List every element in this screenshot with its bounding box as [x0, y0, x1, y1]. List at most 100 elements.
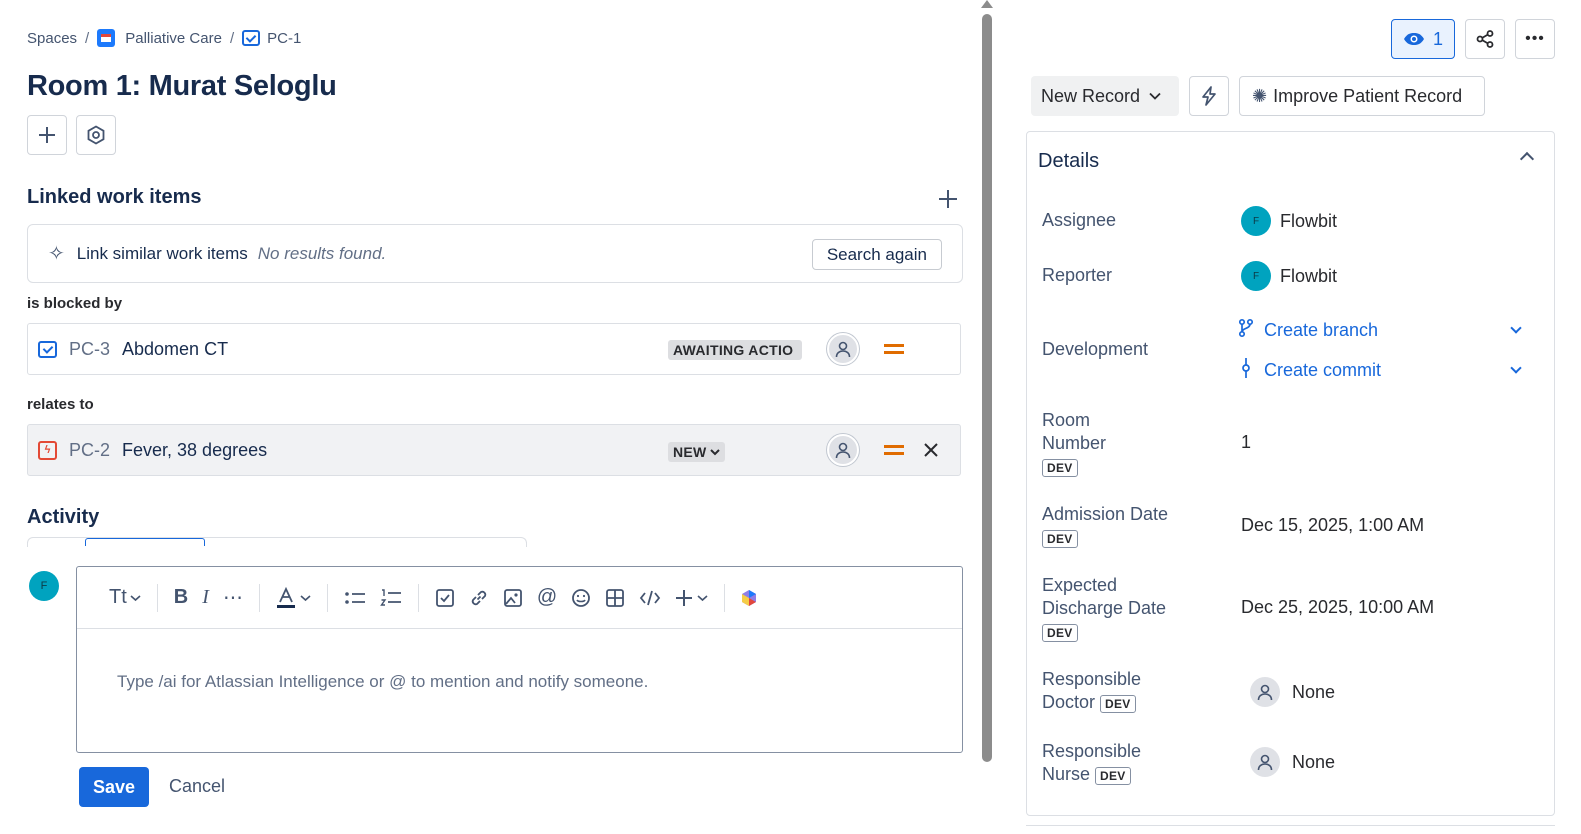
issue-main-pane: Spaces / Palliative Care / PC-1 Room 1: … [0, 0, 975, 834]
responsible-doctor-field[interactable]: None [1241, 677, 1335, 707]
commit-icon [1236, 358, 1256, 383]
room-label-line1: Room [1042, 410, 1091, 430]
space-icon [97, 29, 116, 47]
reporter-field[interactable]: F Flowbit [1241, 261, 1337, 291]
responsible-nurse-field[interactable]: None [1241, 747, 1335, 777]
bullet-list-icon[interactable] [344, 589, 366, 607]
chevron-down-icon [709, 449, 720, 456]
insert-more-button[interactable] [675, 589, 708, 607]
status-dropdown[interactable]: New Record [1031, 76, 1179, 116]
chevron-down-icon [130, 594, 141, 601]
responsible-nurse-value: None [1292, 751, 1336, 772]
scrollbar-thumb[interactable] [982, 14, 992, 762]
status-lozenge-text: NEW [673, 444, 707, 460]
unassigned-avatar[interactable] [827, 434, 859, 466]
priority-medium-icon [884, 445, 904, 455]
improve-record-button[interactable]: ✺ Improve Patient Record [1239, 76, 1485, 116]
comment-editor[interactable]: Tt B I ⋯ @ Type /ai for Atlassian Intell… [76, 566, 963, 753]
add-link-plus-icon[interactable] [939, 190, 957, 208]
search-again-button[interactable]: Search again [811, 239, 942, 270]
breadcrumb-issue-key[interactable]: PC-1 [267, 30, 301, 47]
dev-badge: DEV [1095, 767, 1131, 785]
status-lozenge[interactable]: AWAITING ACTIO [668, 340, 802, 360]
relation-label: is blocked by [27, 295, 123, 312]
sparkle-icon: ✺ [1252, 85, 1268, 106]
more-formatting-icon[interactable]: ⋯ [223, 585, 243, 610]
linked-item-row[interactable]: PC-3 Abdomen CT AWAITING ACTIO [27, 323, 961, 375]
linked-items-heading: Linked work items [27, 186, 202, 208]
room-number-value[interactable]: 1 [1241, 432, 1251, 453]
create-commit-link[interactable]: Create commit [1236, 358, 1381, 383]
text-style-button[interactable]: Tt [109, 586, 141, 609]
priority-medium-icon [884, 344, 904, 354]
create-commit-label: Create commit [1264, 360, 1382, 380]
issue-title[interactable]: Room 1: Murat Seloglu [27, 70, 337, 103]
responsible-doctor-value: None [1292, 681, 1336, 702]
code-icon[interactable] [639, 588, 661, 608]
user-avatar: F [29, 571, 59, 601]
sparkle-icon: ✧ [48, 243, 65, 265]
chevron-down-icon [1149, 92, 1161, 100]
person-icon [1250, 677, 1280, 707]
linked-item-key[interactable]: PC-3 [69, 339, 110, 360]
link-icon[interactable] [469, 588, 489, 608]
image-icon[interactable] [503, 588, 523, 608]
eye-icon [1403, 33, 1424, 45]
admission-date-label: Admission Date DEV [1042, 503, 1168, 549]
create-branch-link[interactable]: Create branch [1236, 318, 1378, 343]
linked-item-row[interactable]: ϟ PC-2 Fever, 38 degrees NEW [27, 424, 961, 476]
watch-button[interactable]: 1 [1391, 19, 1455, 59]
unassigned-avatar[interactable] [827, 333, 859, 365]
discharge-date-value[interactable]: Dec 25, 2025, 10:00 AM [1241, 597, 1434, 618]
dev-badge: DEV [1100, 695, 1136, 713]
lightning-icon [1202, 86, 1216, 106]
save-button[interactable]: Save [79, 767, 149, 807]
text-color-button[interactable] [276, 586, 311, 609]
activity-tab-active[interactable] [85, 538, 205, 546]
mention-icon[interactable]: @ [537, 586, 557, 609]
person-icon [835, 341, 851, 358]
italic-icon[interactable]: I [202, 586, 209, 609]
linked-item-key[interactable]: PC-2 [69, 440, 110, 461]
table-icon[interactable] [605, 588, 625, 608]
toolbar-divider [326, 583, 328, 612]
atlassian-intelligence-icon[interactable] [741, 589, 757, 607]
linked-item-summary[interactable]: Abdomen CT [122, 339, 228, 360]
share-icon [1476, 30, 1494, 48]
details-heading[interactable]: Details [1038, 150, 1099, 173]
apps-button[interactable] [76, 115, 116, 155]
bold-icon[interactable]: B [174, 586, 188, 609]
numbered-list-icon[interactable] [380, 588, 402, 608]
action-item-icon[interactable] [435, 588, 455, 608]
similar-items-panel: ✧ Link similar work items No results fou… [27, 224, 963, 283]
relation-label: relates to [27, 396, 94, 413]
assignee-value: Flowbit [1280, 210, 1338, 231]
automation-button[interactable] [1189, 76, 1229, 116]
more-actions-button[interactable]: ••• [1515, 19, 1555, 59]
scroll-up-arrow[interactable] [981, 0, 993, 8]
assignee-field[interactable]: F Flowbit [1241, 206, 1337, 236]
assignee-label: Assignee [1042, 210, 1117, 230]
responsible-nurse-label: Responsible Nurse DEV [1042, 740, 1141, 786]
toolbar-divider [724, 583, 726, 612]
add-button[interactable] [27, 115, 67, 155]
cancel-button[interactable]: Cancel [169, 776, 225, 797]
linked-item-summary[interactable]: Fever, 38 degrees [122, 440, 267, 461]
create-branch-label: Create branch [1264, 320, 1379, 340]
task-icon [38, 340, 57, 358]
admission-date-value[interactable]: Dec 15, 2025, 1:00 AM [1241, 515, 1424, 536]
status-lozenge[interactable]: NEW [668, 442, 725, 462]
room-number-label: Room Number DEV [1042, 409, 1106, 478]
remove-link-close-icon[interactable] [924, 443, 938, 457]
breadcrumb-space[interactable]: Palliative Care [125, 30, 222, 47]
discharge-label-line1: Expected [1042, 575, 1118, 595]
improve-label: Improve Patient Record [1273, 85, 1463, 106]
emoji-icon[interactable] [571, 588, 591, 608]
text-style-label: Tt [109, 586, 127, 608]
breadcrumb-spaces[interactable]: Spaces [27, 30, 77, 47]
toolbar-divider [258, 583, 260, 612]
share-button[interactable] [1465, 19, 1505, 59]
comment-placeholder: Type /ai for Atlassian Intelligence or @… [117, 672, 649, 691]
chevron-up-icon[interactable] [1519, 151, 1535, 167]
bug-icon: ϟ [38, 440, 57, 460]
